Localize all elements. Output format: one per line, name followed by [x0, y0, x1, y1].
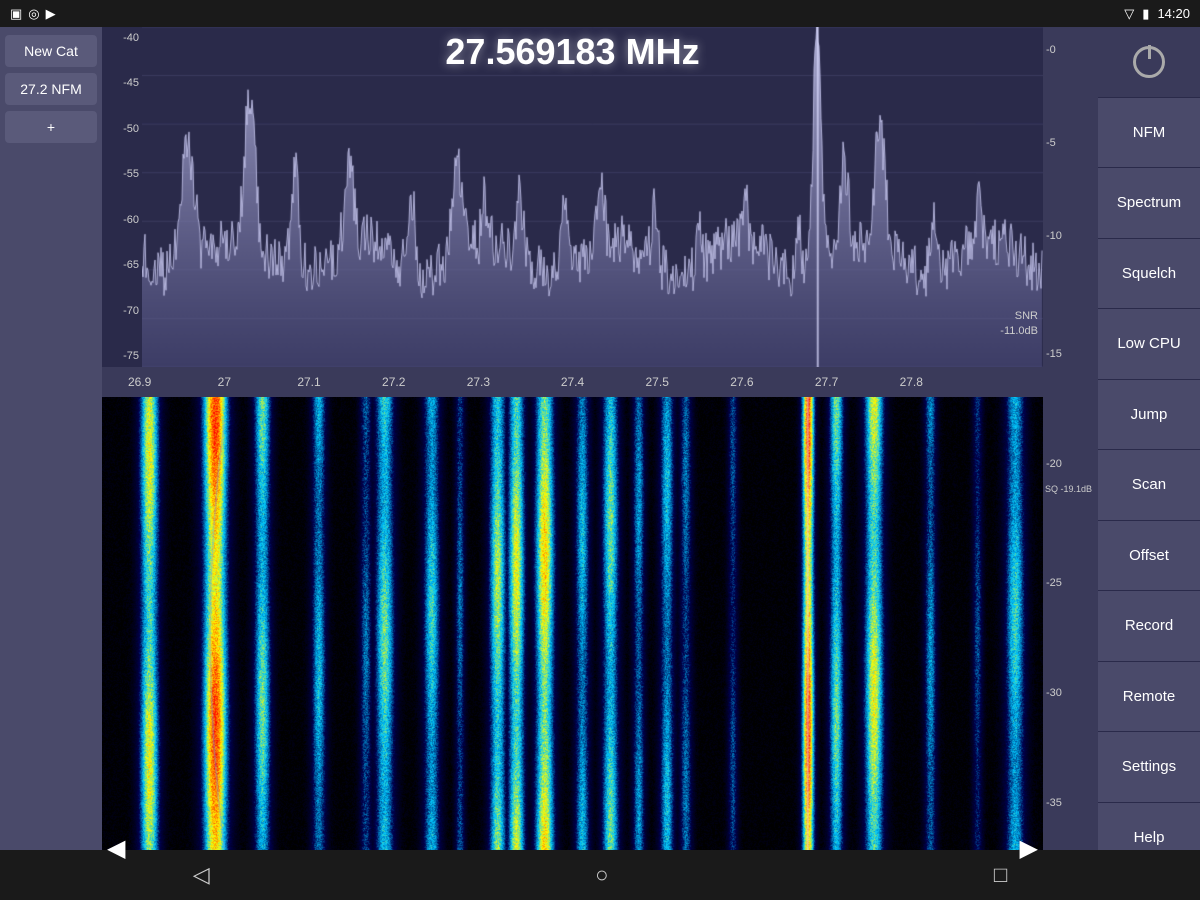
right-sidebar: NFM Spectrum Squelch Low CPU Jump Scan O… [1098, 27, 1200, 873]
main-layout: New Cat 27.2 NFM + 27.569183 MHz -40 -45… [0, 27, 1200, 873]
nfm-button[interactable]: NFM [1098, 98, 1200, 169]
status-right: ▽ ▮ 14:20 [1124, 6, 1190, 22]
waterfall-canvas [102, 397, 1043, 873]
app-icon: ▣ [10, 6, 22, 22]
mode-button[interactable]: 27.2 NFM [5, 73, 97, 105]
back-button[interactable]: ◁ [193, 862, 210, 888]
settings-button[interactable]: Settings [1098, 732, 1200, 803]
y-label-75: -75 [102, 350, 142, 362]
new-cat-button[interactable]: New Cat [5, 35, 97, 67]
freq-label-273: 27.3 [467, 375, 490, 389]
power-icon [1133, 46, 1165, 78]
freq-label-278: 27.8 [900, 375, 923, 389]
scale-label-35: -35 [1046, 797, 1062, 809]
offset-button[interactable]: Offset [1098, 521, 1200, 592]
nav-left-arrow[interactable]: ◀ [107, 834, 125, 863]
status-bar: ▣ ◎ ▶ ▽ ▮ 14:20 [0, 0, 1200, 27]
freq-label-268: 26.9 [128, 375, 151, 389]
frequency-axis: 26.9 27 27.1 27.2 27.3 27.4 27.5 27.6 27… [102, 367, 1043, 397]
scale-label-15: -15 [1046, 348, 1062, 360]
freq-label-271: 27.1 [297, 375, 320, 389]
battery-icon: ▮ [1142, 6, 1149, 22]
freq-label-275: 27.5 [646, 375, 669, 389]
add-button[interactable]: + [5, 111, 97, 143]
y-label-55: -55 [102, 168, 142, 180]
spectrum-canvas [142, 27, 1043, 367]
remote-button[interactable]: Remote [1098, 662, 1200, 733]
snr-label: SNR [1015, 310, 1038, 322]
status-icons: ▣ ◎ ▶ [10, 6, 56, 22]
scale-label-30: -30 [1046, 687, 1062, 699]
nav-right-arrow[interactable]: ▶ [1020, 834, 1038, 863]
scale-label-0: -0 [1046, 44, 1056, 56]
freq-label-276: 27.6 [730, 375, 753, 389]
y-label-45: -45 [102, 77, 142, 89]
y-label-65: -65 [102, 259, 142, 271]
scale-label-20: -20 [1046, 458, 1062, 470]
right-db-scale: -0 -5 -10 -15 -20 SQ -19.1dB -25 -30 -35 [1043, 27, 1098, 873]
scale-label-10: -10 [1046, 230, 1062, 242]
radio-icon: ◎ [28, 6, 39, 22]
y-label-70: -70 [102, 305, 142, 317]
left-sidebar: New Cat 27.2 NFM + [0, 27, 102, 873]
spectrum-button[interactable]: Spectrum [1098, 168, 1200, 239]
wifi-icon: ▽ [1124, 6, 1134, 22]
scale-label-5: -5 [1046, 137, 1056, 149]
squelch-button[interactable]: Squelch [1098, 239, 1200, 310]
scale-label-25: -25 [1046, 577, 1062, 589]
freq-label-277: 27.7 [815, 375, 838, 389]
y-label-40: -40 [102, 32, 142, 44]
spectrum-y-axis: -40 -45 -50 -55 -60 -65 -70 -75 [102, 27, 142, 367]
home-button[interactable]: ○ [595, 862, 608, 888]
freq-label-27: 27 [218, 375, 231, 389]
freq-label-274: 27.4 [561, 375, 584, 389]
record-button[interactable]: Record [1098, 591, 1200, 662]
y-label-50: -50 [102, 123, 142, 135]
play-icon: ▶ [46, 6, 56, 22]
low-cpu-button[interactable]: Low CPU [1098, 309, 1200, 380]
center-panel: 27.569183 MHz -40 -45 -50 -55 -60 -65 -7… [102, 27, 1043, 873]
y-label-60: -60 [102, 214, 142, 226]
spectrum-container[interactable]: -40 -45 -50 -55 -60 -65 -70 -75 SNR -11.… [102, 27, 1043, 367]
scan-button[interactable]: Scan [1098, 450, 1200, 521]
snr-value: -11.0dB [1000, 325, 1038, 337]
waterfall-container[interactable] [102, 397, 1043, 873]
clock: 14:20 [1157, 6, 1190, 21]
power-button[interactable] [1098, 27, 1200, 98]
sq-label: SQ -19.1dB [1045, 484, 1092, 494]
freq-label-272: 27.2 [382, 375, 405, 389]
jump-button[interactable]: Jump [1098, 380, 1200, 451]
recents-button[interactable]: □ [994, 862, 1007, 888]
